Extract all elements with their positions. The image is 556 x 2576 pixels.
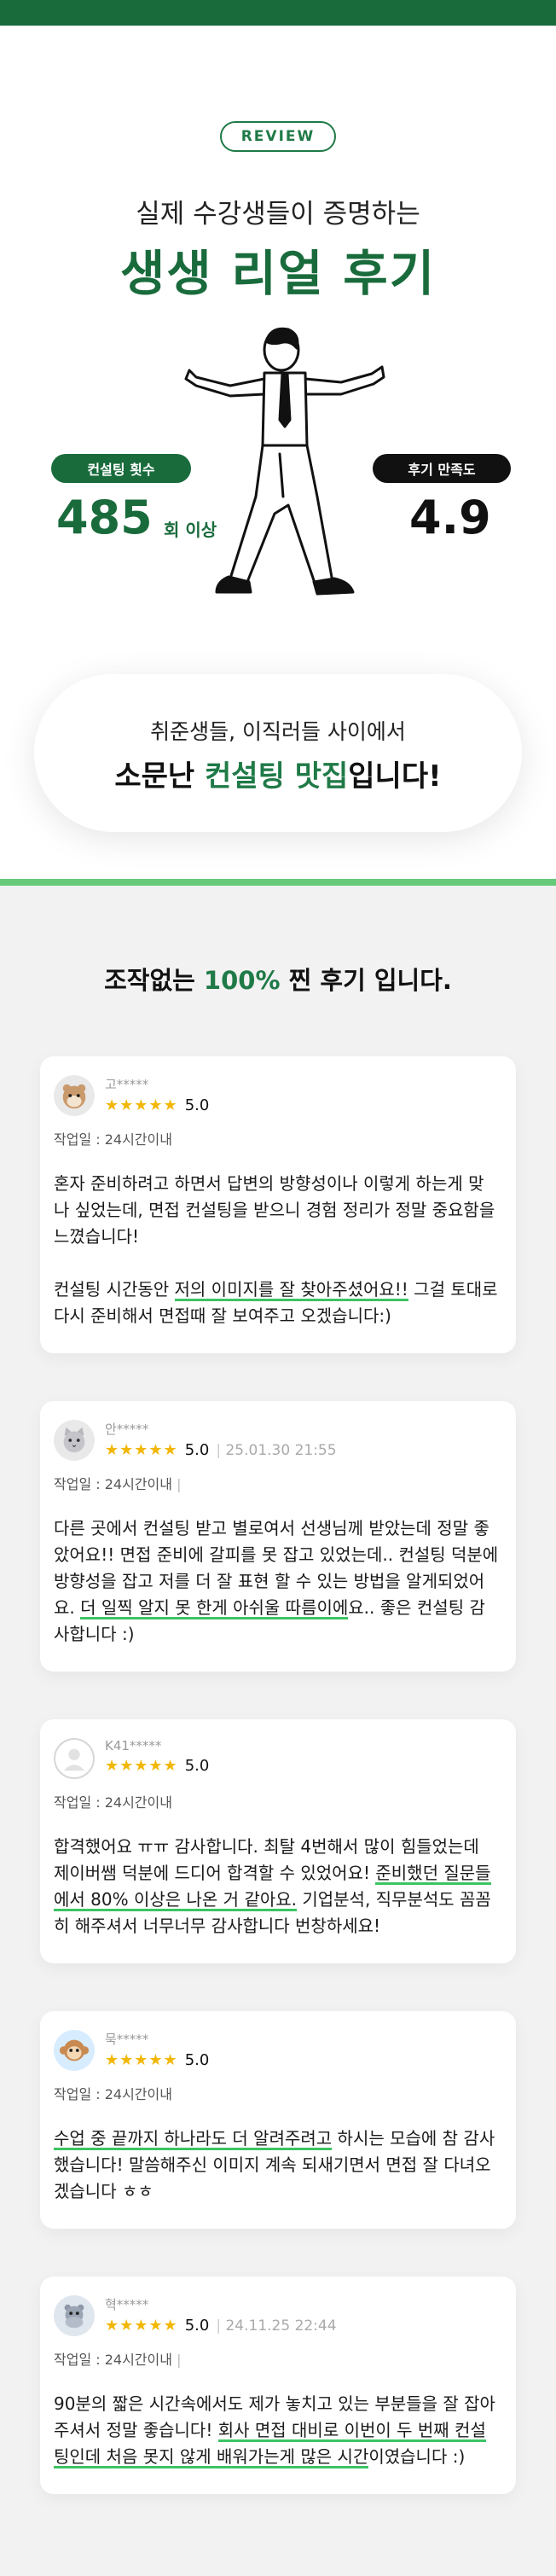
review-body: 다른 곳에서 컨설팅 받고 별로여서 선생님께 받았는데 정말 좋았어요!! 면… [54,1515,499,1648]
work-period: 작업일 : 24시간이내 [54,1794,172,1811]
review-date-text: 25.01.30 21:55 [225,1441,337,1459]
top-green-bar [0,0,556,26]
consulting-count-value: 485 [56,491,153,544]
work-period-text: 작업일 : 24시간이내 [54,1476,172,1492]
reviewer-name: 안***** [105,1422,149,1437]
reviews-title: 조작없는 100% 찐 후기 입니다. [0,961,556,997]
hamster-icon [54,1075,95,1116]
review-card: 묵***** ★★★★★ 5.0 작업일 : 24시간이내 수업 중 끝까지 하… [40,2011,516,2229]
rating-value: 5.0 [184,1757,210,1775]
reviews-title-post: 찐 후기 입니다. [280,966,452,995]
review-highlight: 더 일찍 알지 못 한게 아쉬울 따름이에 [80,1597,349,1619]
review-highlight: 저의 이미지를 잘 찾아주셨어요!! [174,1279,408,1301]
reviewer-name: 혁***** [105,2297,149,2312]
rating-value: 5.0 [184,1441,210,1459]
reviewer-name: K41***** [105,1738,162,1753]
reviews-title-pre: 조작없는 [104,966,204,995]
review-paragraph: 혼자 준비하려고 하면서 답변의 방향성이나 이렇게 하는게 맞나 싶었는데, … [54,1173,495,1247]
hero-section: REVIEW 실제 수강생들이 증명하는 생생 리얼 후기 컨설팅 횟수 485… [0,26,556,879]
star-rating-icon: ★★★★★ [105,2051,178,2069]
work-period: 작업일 : 24시간이내 [54,1131,172,1148]
review-card: 안***** ★★★★★ 5.0 | 25.01.30 21:55 작업일 : … [40,1401,516,1672]
reviewer-name: 묵***** [105,2032,149,2047]
review-body: 혼자 준비하려고 하면서 답변의 방향성이나 이렇게 하는게 맞나 싶었는데, … [54,1171,499,1329]
review-card: 혁***** ★★★★★ 5.0 | 24.11.25 22:44 작업일 : … [40,2277,516,2494]
intro-bubble: 취준생들, 이직러들 사이에서 소문난 컨설팅 맛집입니다! [34,674,522,832]
review-paragraph: 다른 곳에서 컨설팅 받고 별로여서 선생님께 받았는데 정말 좋았어요!! 면… [54,1515,499,1648]
consulting-count-badge: 컨설팅 횟수 [51,454,191,483]
review-highlight: 수업 중 끝까지 하나라도 더 알려주려고 [54,2128,333,2150]
work-period-text: 작업일 : 24시간이내 [54,2352,172,2368]
review-date: | 24.11.25 22:44 [216,2317,337,2335]
review-paragraph: 컨설팅 시간동안 저의 이미지를 잘 찾아주셨어요!! 그걸 토대로 다시 준비… [54,1276,499,1329]
dancing-man-illustration [184,327,385,596]
review-body: 90분의 짧은 시간속에서도 제가 놓치고 있는 부분들을 잘 잡아주셔서 정말… [54,2391,499,2470]
cat-icon [54,1420,95,1461]
rating-value: 5.0 [184,2317,210,2335]
review-card: K41***** ★★★★★ 5.0 작업일 : 24시간이내 합격했어요 ㅠㅠ… [40,1719,516,1963]
reviews-section: 조작없는 100% 찐 후기 입니다. 고***** ★★★★★ 5.0 작업일… [0,886,556,2576]
star-rating-icon: ★★★★★ [105,1096,178,1114]
reviewer-name: 고***** [105,1077,149,1092]
bubble-line-2-pre: 소문난 [114,759,206,794]
review-paragraph: 합격했어요 ㅠㅠ 감사합니다. 최탈 4번해서 많이 힘들었는데 제이버쌤 덕분… [54,1834,499,1939]
work-period: 작업일 : 24시간이내 [54,2086,172,2102]
satisfaction-score: 4.9 [409,491,491,544]
hero-subtitle: 실제 수강생들이 증명하는 [136,199,420,230]
star-rating-icon: ★★★★★ [105,1441,178,1459]
bubble-line-2: 소문난 컨설팅 맛집입니다! [34,753,522,794]
review-body: 합격했어요 ㅠㅠ 감사합니다. 최탈 4번해서 많이 힘들었는데 제이버쌤 덕분… [54,1834,499,1939]
satisfaction-badge: 후기 만족도 [373,454,511,483]
default-user-icon [54,1738,95,1779]
review-date-text: 24.11.25 22:44 [225,2317,337,2335]
section-divider [0,879,556,886]
reviews-title-percent: 100% [203,966,281,995]
review-card: 고***** ★★★★★ 5.0 작업일 : 24시간이내 혼자 준비하려고 하… [40,1056,516,1353]
monkey-icon [54,2030,95,2071]
work-period: 작업일 : 24시간이내 | [54,1473,499,1493]
rating-value: 5.0 [184,1096,210,1114]
review-body: 수업 중 끝까지 하나라도 더 알려주려고 하시는 모습에 참 감사했습니다! … [54,2125,499,2205]
review-text: 이였습니다 :) [368,2446,466,2467]
consulting-count-unit: 회 이상 [164,520,217,540]
work-period-sep: | [177,2352,182,2368]
bubble-line-1: 취준생들, 이직러들 사이에서 [150,719,406,744]
review-text: 컨설팅 시간동안 [54,1279,175,1300]
hero-title: 생생 리얼 후기 [119,246,437,302]
review-pill: REVIEW [220,121,336,152]
bubble-highlight: 컨설팅 맛집 [205,759,349,794]
star-rating-icon: ★★★★★ [105,1757,178,1775]
review-date: | 25.01.30 21:55 [216,1441,337,1459]
review-paragraph: 수업 중 끝까지 하나라도 더 알려주려고 하시는 모습에 참 감사했습니다! … [54,2125,499,2205]
rating-value: 5.0 [184,2051,210,2069]
work-period: 작업일 : 24시간이내 | [54,2348,499,2369]
hippo-icon [54,2295,95,2336]
review-paragraph: 90분의 짧은 시간속에서도 제가 놓치고 있는 부분들을 잘 잡아주셔서 정말… [54,2391,499,2470]
star-rating-icon: ★★★★★ [105,2317,178,2335]
work-period-sep: | [177,1476,182,1492]
bubble-line-2-post: 입니다! [348,759,442,794]
